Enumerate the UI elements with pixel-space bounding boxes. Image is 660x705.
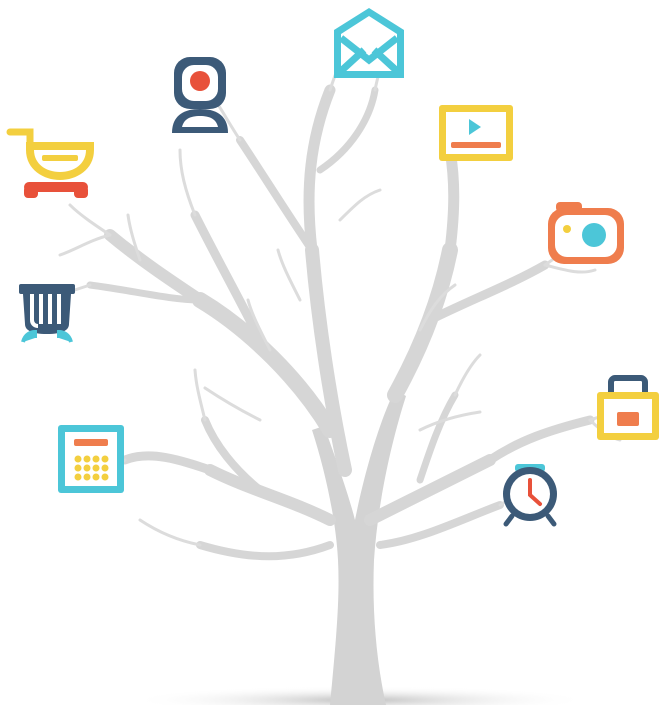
camera-icon[interactable] bbox=[548, 202, 624, 264]
alarm-clock-icon[interactable] bbox=[503, 464, 557, 527]
video-player-icon[interactable] bbox=[439, 105, 513, 161]
shopping-cart-icon[interactable] bbox=[6, 128, 94, 198]
webcam-icon[interactable] bbox=[172, 57, 228, 133]
mail-envelope-icon[interactable] bbox=[334, 8, 404, 78]
calculator-icon[interactable] bbox=[58, 425, 124, 493]
tree bbox=[38, 46, 627, 705]
tree-illustration bbox=[6, 8, 659, 705]
briefcase-icon[interactable] bbox=[597, 375, 659, 440]
trash-bin-icon[interactable] bbox=[19, 284, 75, 343]
